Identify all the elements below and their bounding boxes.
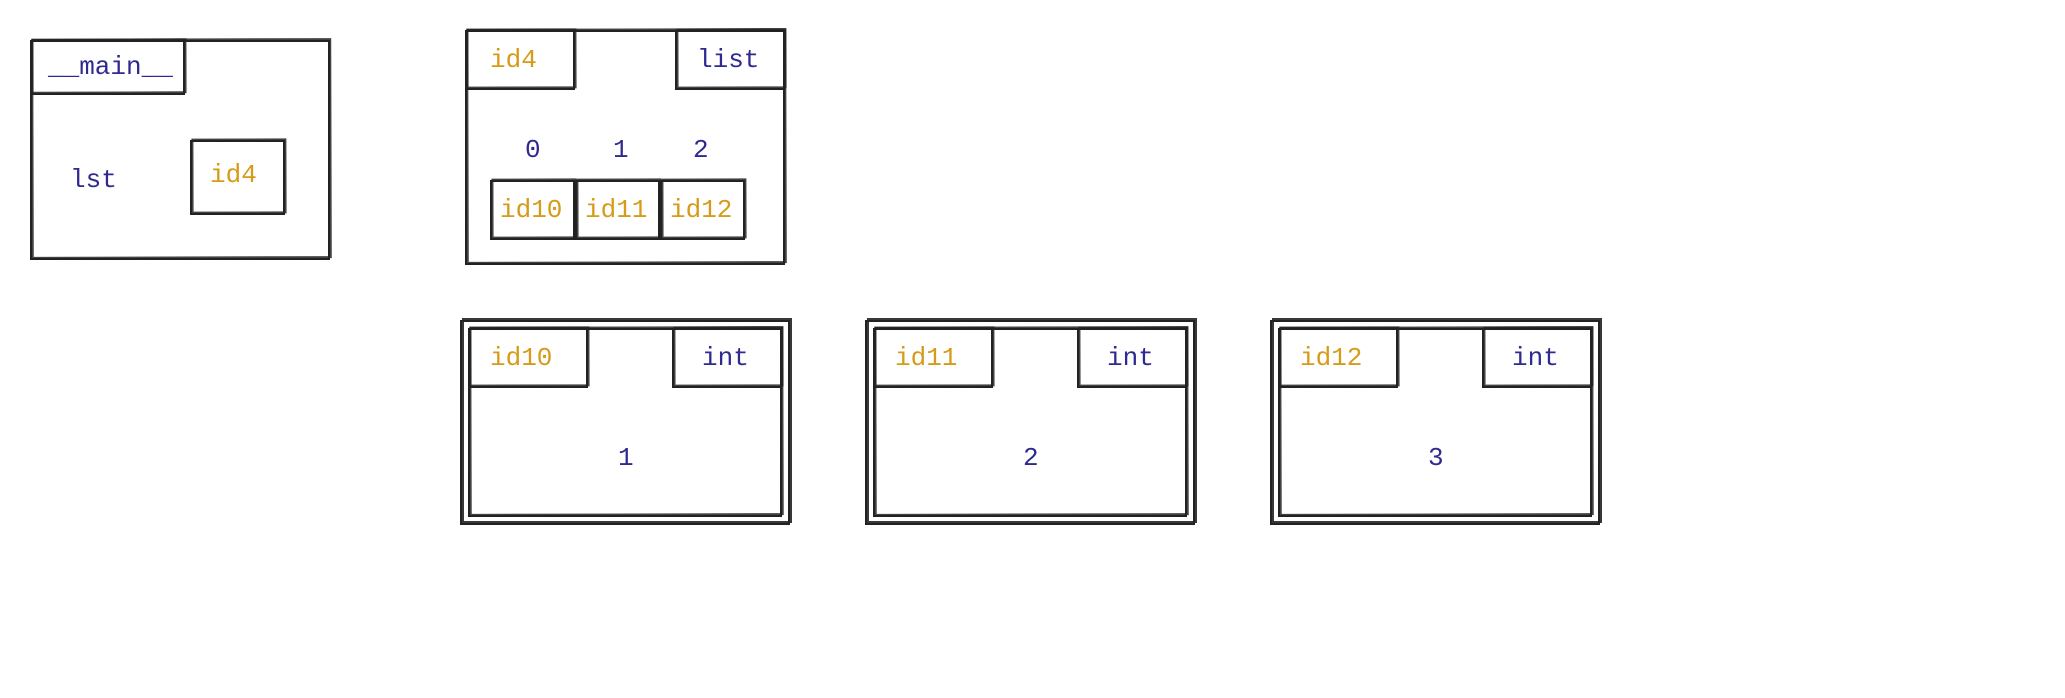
variable-ref-label: id4: [210, 160, 257, 190]
variable-ref-box: id4: [190, 140, 285, 215]
list-index-label: 2: [693, 135, 709, 165]
list-item-ref: id10: [500, 195, 562, 225]
list-id-box: id4: [465, 30, 575, 90]
frame-name-box: __main__: [30, 40, 185, 95]
int-id-box: id10: [468, 328, 588, 388]
list-item-box: id12: [660, 180, 745, 240]
int-type-label: int: [1107, 343, 1154, 373]
int-object-box: id11 int 2: [873, 328, 1187, 517]
int-object-box: id12 int 3: [1278, 328, 1592, 517]
memory-model-diagram: __main__ lst id4 id4 list 0 1 2 id10 id1…: [0, 0, 2065, 698]
int-id-box: id11: [873, 328, 993, 388]
int-type-box: int: [672, 328, 782, 388]
list-id-label: id4: [490, 45, 537, 75]
int-object-outer: id10 int 1: [460, 320, 790, 525]
list-index-label: 0: [525, 135, 541, 165]
list-item-ref: id11: [585, 195, 647, 225]
int-type-label: int: [702, 343, 749, 373]
int-type-box: int: [1482, 328, 1592, 388]
list-object-box: id4 list 0 1 2 id10 id11 id12: [465, 30, 785, 265]
variable-name: lst: [70, 165, 117, 195]
int-type-box: int: [1077, 328, 1187, 388]
int-value-label: 3: [1428, 443, 1444, 473]
int-id-label: id10: [490, 343, 552, 373]
list-item-box: id10: [490, 180, 575, 240]
int-id-label: id11: [895, 343, 957, 373]
int-id-box: id12: [1278, 328, 1398, 388]
int-type-label: int: [1512, 343, 1559, 373]
int-value-label: 2: [1023, 443, 1039, 473]
list-type-box: list: [675, 30, 785, 90]
stack-frame-box: __main__ lst id4: [30, 40, 330, 260]
int-id-label: id12: [1300, 343, 1362, 373]
int-object-outer: id11 int 2: [865, 320, 1195, 525]
frame-name-label: __main__: [48, 52, 173, 82]
int-object-box: id10 int 1: [468, 328, 782, 517]
int-value-label: 1: [618, 443, 634, 473]
list-item-ref: id12: [670, 195, 732, 225]
list-index-label: 1: [613, 135, 629, 165]
list-type-label: list: [697, 45, 759, 75]
list-item-box: id11: [575, 180, 660, 240]
int-object-outer: id12 int 3: [1270, 320, 1600, 525]
